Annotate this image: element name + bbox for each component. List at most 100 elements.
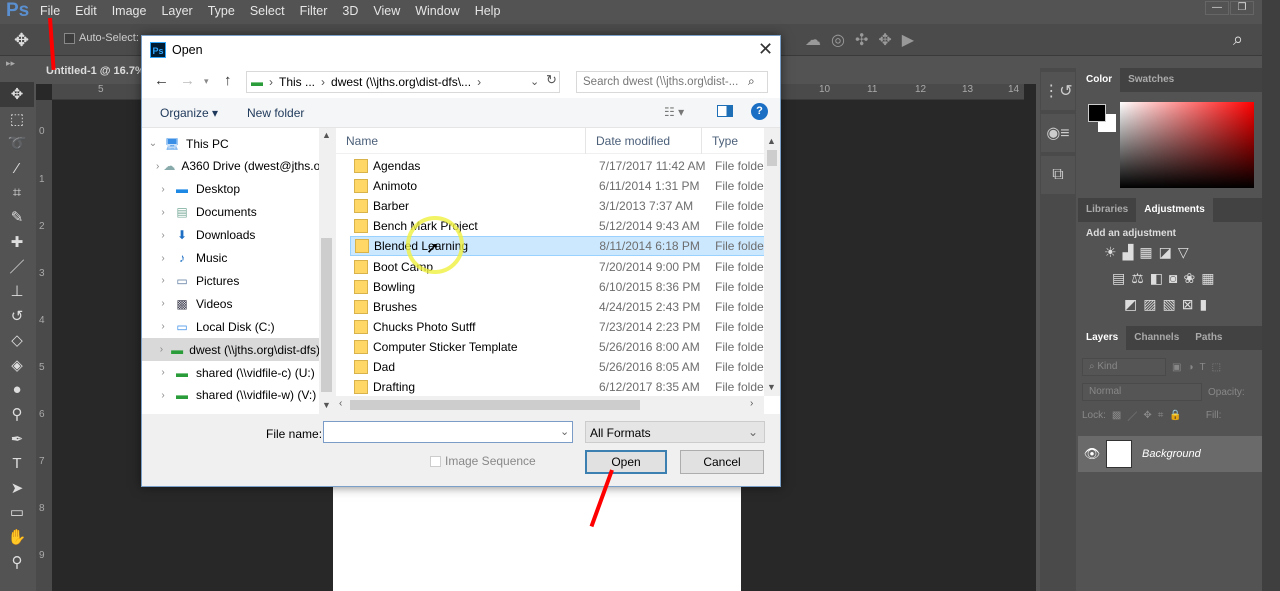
refresh-icon[interactable]: ↻: [546, 72, 557, 88]
breadcrumb-this-pc[interactable]: This ...: [279, 75, 315, 89]
file-row[interactable]: Animoto 6/11/2014 1:31 PM File folder: [350, 176, 766, 196]
nav-item[interactable]: › ▬ dwest (\\jths.org\dist-dfs): [142, 338, 320, 362]
scrollbar-thumb[interactable]: [321, 238, 332, 392]
open-button[interactable]: Open: [585, 450, 667, 474]
selective-color-icon[interactable]: ⊠: [1182, 296, 1194, 313]
file-row[interactable]: Dad 5/26/2016 8:05 AM File folder: [350, 357, 766, 377]
cancel-button[interactable]: Cancel: [680, 450, 764, 474]
nav-item[interactable]: › ▩ Videos: [142, 292, 320, 315]
file-row[interactable]: Drafting 6/12/2017 8:35 AM File folder: [350, 377, 766, 397]
exposure-icon[interactable]: ◪: [1159, 244, 1172, 261]
file-row[interactable]: Computer Sticker Template 5/26/2016 8:00 …: [350, 337, 766, 357]
close-icon[interactable]: ✕: [758, 39, 773, 60]
color-balance-icon[interactable]: ⚖: [1131, 270, 1144, 287]
history-panel-button[interactable]: ⋮↺: [1041, 72, 1075, 110]
scroll-down-icon[interactable]: ▼: [767, 382, 776, 392]
chevron-right-icon[interactable]: ›: [156, 161, 159, 172]
chevron-right-icon[interactable]: ›: [156, 344, 167, 355]
search-icon[interactable]: ⌕: [748, 74, 755, 89]
chevron-right-icon[interactable]: ›: [156, 253, 170, 264]
tab-channels[interactable]: Channels: [1126, 326, 1187, 350]
lock-position-icon[interactable]: ✥: [1143, 410, 1151, 421]
filter-pixel-icon[interactable]: ▣: [1172, 362, 1181, 373]
file-row[interactable]: Bowling 6/10/2015 8:36 PM File folder: [350, 277, 766, 297]
nav-item[interactable]: › ▤ Documents: [142, 201, 320, 224]
restore-button[interactable]: ❐: [1230, 1, 1254, 15]
chevron-right-icon[interactable]: ›: [156, 207, 170, 218]
3d-camera-icon[interactable]: ▶: [902, 30, 914, 50]
tab-layers[interactable]: Layers: [1078, 326, 1127, 350]
chevron-right-icon[interactable]: ›: [156, 298, 170, 309]
file-name-dropdown-icon[interactable]: ⌄: [560, 425, 569, 438]
healing-tool[interactable]: ✚: [0, 230, 34, 255]
zoom-tool[interactable]: ⚲: [0, 549, 34, 574]
nav-item[interactable]: › ☁ A360 Drive (dwest@jths.org): [142, 155, 320, 178]
nav-scrollbar[interactable]: ▲ ▼: [319, 128, 334, 414]
move-tool[interactable]: ✥: [0, 82, 34, 107]
menu-filter[interactable]: Filter: [300, 4, 328, 18]
nav-item[interactable]: › ▭ Local Disk (C:): [142, 315, 320, 338]
hand-tool[interactable]: ✋: [0, 525, 34, 550]
type-tool[interactable]: T: [0, 451, 34, 476]
file-vertical-scrollbar[interactable]: ▲ ▼: [764, 128, 780, 396]
chevron-right-icon[interactable]: ›: [156, 390, 170, 401]
column-name[interactable]: Name: [336, 128, 586, 154]
blend-mode-select[interactable]: Normal: [1082, 383, 1202, 401]
pen-tool[interactable]: ✒: [0, 426, 34, 451]
properties-panel-button[interactable]: ◉≡: [1041, 114, 1075, 152]
auto-select-checkbox[interactable]: Auto-Select:: [64, 32, 139, 44]
scroll-up-icon[interactable]: ▲: [322, 130, 331, 140]
scroll-left-icon[interactable]: ‹: [339, 398, 342, 409]
back-arrow-icon[interactable]: ←: [154, 72, 169, 89]
levels-icon[interactable]: ▟: [1123, 244, 1134, 261]
layer-kind-filter[interactable]: ⌕ Kind: [1082, 358, 1166, 376]
3d-orbit-icon[interactable]: ☁: [805, 30, 821, 50]
menu-view[interactable]: View: [373, 4, 400, 18]
right-scrollbar[interactable]: [1262, 0, 1280, 591]
hue-saturation-icon[interactable]: ▤: [1112, 270, 1125, 287]
menu-layer[interactable]: Layer: [161, 4, 192, 18]
visibility-eye-icon[interactable]: 👁: [1078, 446, 1106, 462]
nav-item[interactable]: › ⬇ Downloads: [142, 224, 320, 247]
eyedropper-tool[interactable]: ✎: [0, 205, 34, 230]
collapse-toolbar-icon[interactable]: ▸▸: [6, 58, 15, 69]
nav-item[interactable]: › ▬ shared (\\vidfile-w) (V:): [142, 384, 320, 407]
nav-item[interactable]: › ▭ Pictures: [142, 269, 320, 292]
tab-adjustments[interactable]: Adjustments: [1136, 198, 1213, 222]
column-date-modified[interactable]: Date modified: [586, 128, 702, 154]
history-brush-tool[interactable]: ↺: [0, 303, 34, 328]
layer-row[interactable]: 👁 Background: [1078, 436, 1262, 472]
3d-slide-icon[interactable]: ✥: [878, 30, 891, 50]
photo-filter-icon[interactable]: ◙: [1169, 270, 1177, 287]
search-input[interactable]: Search dwest (\\jths.org\dist-...: [576, 71, 768, 93]
new-folder-button[interactable]: New folder: [247, 106, 304, 120]
nav-item[interactable]: › ▬ shared (\\vidfile-c) (U:): [142, 361, 320, 384]
chevron-right-icon[interactable]: ›: [156, 184, 170, 195]
brush-tool[interactable]: ／: [0, 254, 34, 279]
scroll-down-icon[interactable]: ▼: [322, 400, 331, 410]
nav-item[interactable]: ⌄ 🖥 This PC: [142, 132, 320, 155]
channel-mixer-icon[interactable]: ❀: [1184, 270, 1196, 287]
chevron-right-icon[interactable]: ›: [156, 367, 170, 378]
invert-icon[interactable]: ◩: [1124, 296, 1137, 313]
vibrance-icon[interactable]: ▽: [1178, 244, 1189, 261]
menu-edit[interactable]: Edit: [75, 4, 97, 18]
nav-item[interactable]: › ▬ Desktop: [142, 178, 320, 201]
file-row[interactable]: Agendas 7/17/2017 11:42 AM File folder: [350, 156, 766, 176]
menu-select[interactable]: Select: [250, 4, 285, 18]
filter-adjustment-icon[interactable]: ◑: [1187, 362, 1193, 373]
tab-paths[interactable]: Paths: [1187, 326, 1230, 350]
address-dropdown-icon[interactable]: ⌄: [530, 75, 539, 88]
menu-file[interactable]: File: [40, 4, 60, 18]
menu-window[interactable]: Window: [415, 4, 459, 18]
breadcrumb-dwest[interactable]: dwest (\\jths.org\dist-dfs\...: [331, 75, 471, 89]
file-row[interactable]: Brushes 4/24/2015 2:43 PM File folder: [350, 297, 766, 317]
dodge-tool[interactable]: ⚲: [0, 402, 34, 427]
up-arrow-icon[interactable]: ↑: [224, 72, 232, 89]
scroll-up-icon[interactable]: ▲: [767, 136, 776, 146]
recent-dropdown-icon[interactable]: ▾: [204, 76, 209, 87]
minimize-button[interactable]: —: [1205, 1, 1229, 15]
eraser-tool[interactable]: ◇: [0, 328, 34, 353]
forward-arrow-icon[interactable]: →: [180, 72, 195, 89]
3d-pan-icon[interactable]: ✣: [855, 30, 868, 50]
